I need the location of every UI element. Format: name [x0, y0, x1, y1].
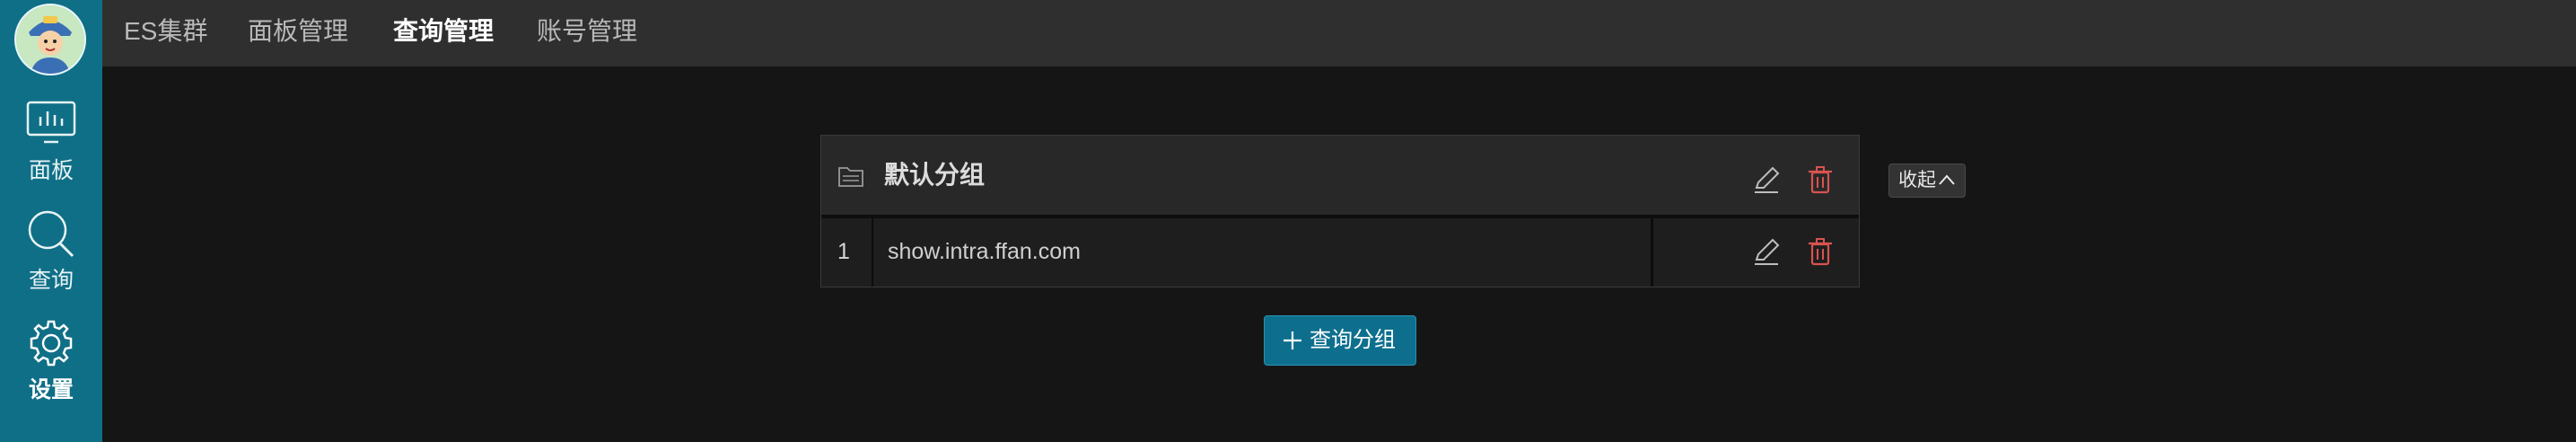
user-avatar[interactable]: [14, 4, 86, 75]
query-group-card: 默认分组 1 show.intra.ffan.com: [820, 135, 1860, 287]
sidebar-item-label: 面板: [28, 158, 74, 183]
sidebar-item-label: 设置: [28, 377, 74, 402]
tab-dashboard-management[interactable]: 面板管理: [248, 0, 348, 66]
sidebar-item-dashboard[interactable]: 面板: [0, 99, 102, 198]
table-row[interactable]: 1 show.intra.ffan.com: [821, 218, 1859, 287]
edit-icon[interactable]: [1751, 236, 1782, 267]
folder-icon: [838, 167, 863, 187]
tab-es-cluster[interactable]: ES集群: [124, 0, 207, 66]
tab-account-management[interactable]: 账号管理: [537, 0, 637, 66]
column-divider: [1651, 218, 1653, 287]
search-icon: [28, 210, 74, 258]
collapse-label: 收起: [1898, 170, 1936, 190]
sidebar: 面板 查询 设置: [0, 0, 102, 442]
edit-icon[interactable]: [1751, 164, 1782, 195]
tab-query-management[interactable]: 查询管理: [393, 0, 494, 66]
sidebar-item-settings[interactable]: 设置: [0, 318, 102, 417]
group-header[interactable]: 默认分组: [821, 136, 1859, 218]
collapse-button[interactable]: 收起: [1888, 164, 1966, 198]
row-host: show.intra.ffan.com: [888, 239, 1081, 264]
avatar-illustration: [16, 5, 84, 74]
add-query-group-label: 查询分组: [1310, 328, 1396, 352]
add-query-group-button[interactable]: 查询分组: [1264, 315, 1416, 366]
delete-icon[interactable]: [1805, 164, 1836, 195]
sidebar-item-query[interactable]: 查询: [0, 208, 102, 307]
group-title: 默认分组: [884, 161, 986, 189]
dashboard-chart-icon: [26, 101, 76, 144]
gear-icon: [30, 320, 73, 367]
plus-icon: [1284, 332, 1301, 349]
sidebar-item-label: 查询: [28, 268, 74, 293]
row-index: 1: [821, 218, 873, 287]
top-navigation: ES集群 面板管理 查询管理 账号管理: [102, 0, 2576, 66]
delete-icon[interactable]: [1805, 236, 1836, 267]
chevron-up-icon: [1939, 174, 1955, 185]
